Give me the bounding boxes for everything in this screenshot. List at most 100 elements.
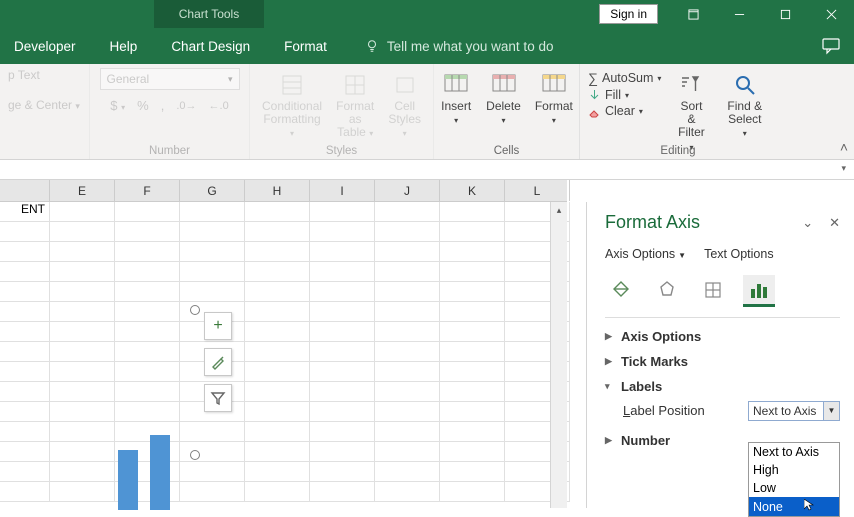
ribbon-group-alignment: p Text ge & Center ▾	[0, 64, 90, 159]
dropdown-option[interactable]: Next to Axis	[749, 443, 839, 461]
pane-close-button[interactable]: ✕	[829, 215, 840, 231]
format-cells-button[interactable]: Format▾	[531, 70, 577, 128]
number-format-combo[interactable]: General ▾	[100, 68, 240, 90]
chart-filters-button[interactable]	[204, 384, 232, 412]
ribbon-group-cells: Insert▾ Delete▾ Format▾ Cells	[434, 64, 580, 159]
tab-developer[interactable]: Developer	[8, 28, 82, 64]
text-options-tab[interactable]: Text Options	[704, 247, 773, 261]
col-header[interactable]: J	[375, 180, 440, 201]
lightbulb-icon	[365, 39, 379, 53]
chart-elements-button[interactable]: +	[204, 312, 232, 340]
formula-bar-expand-button[interactable]: ▾	[841, 163, 846, 174]
worksheet-vertical-scrollbar[interactable]: ▴	[550, 202, 567, 508]
number-format-value: General	[107, 72, 150, 86]
effects-icon[interactable]	[651, 275, 683, 307]
conditional-formatting-button[interactable]: ConditionalFormatting ▾	[258, 70, 326, 142]
formula-bar-area: ▾	[0, 160, 854, 180]
insert-button[interactable]: Insert▾	[436, 70, 476, 128]
scroll-up-button[interactable]: ▴	[551, 202, 567, 219]
group-label-editing: Editing	[580, 145, 776, 157]
label-position-dropdown[interactable]: Next to Axis High Low None	[748, 442, 840, 517]
pane-options-dropdown[interactable]: ⌄	[802, 215, 813, 231]
pane-title: Format Axis	[605, 212, 700, 233]
find-icon	[729, 72, 761, 98]
col-header[interactable]: F	[115, 180, 180, 201]
tick-marks-section[interactable]: ▶ Tick Marks	[605, 349, 840, 374]
ribbon-group-styles: ConditionalFormatting ▾ Format asTable ▾…	[250, 64, 434, 159]
cell[interactable]: ENT	[0, 202, 50, 222]
increase-decimal-button[interactable]: .0→	[176, 100, 196, 112]
axis-options-icon[interactable]	[743, 275, 775, 307]
dropdown-option-selected[interactable]: None	[749, 497, 839, 516]
axis-options-section[interactable]: ▶ Axis Options	[605, 324, 840, 349]
tab-chart-design[interactable]: Chart Design	[165, 28, 256, 64]
find-select-button[interactable]: Find &Select ▾	[722, 70, 768, 142]
ribbon-display-options-button[interactable]	[670, 0, 716, 28]
fill-button[interactable]: Fill ▾	[588, 88, 661, 102]
accounting-format-button[interactable]: $ ▾	[110, 98, 125, 113]
tab-help[interactable]: Help	[104, 28, 144, 64]
col-header[interactable]: L	[505, 180, 570, 201]
column-headers: E F G H I J K L	[0, 180, 567, 202]
comma-style-button[interactable]: ,	[161, 98, 165, 113]
label-position-combo[interactable]: Next to Axis ▼	[748, 401, 840, 421]
cursor-icon	[804, 499, 814, 511]
tell-me-label: Tell me what you want to do	[387, 39, 554, 54]
tab-format[interactable]: Format	[278, 28, 333, 64]
labels-section[interactable]: ▾ Labels	[605, 374, 840, 399]
decrease-decimal-button[interactable]: ←.0	[209, 100, 229, 112]
percent-style-button[interactable]: %	[137, 98, 149, 113]
chevron-down-icon[interactable]: ▼	[823, 402, 839, 420]
chevron-down-icon: ▾	[605, 381, 615, 392]
delete-button[interactable]: Delete▾	[482, 70, 525, 128]
wrap-text-partial[interactable]: p Text	[8, 68, 40, 82]
dropdown-option[interactable]: High	[749, 461, 839, 479]
dropdown-option[interactable]: Low	[749, 479, 839, 497]
sort-filter-button[interactable]: Sort &Filter ▾	[671, 70, 711, 155]
sign-in-button[interactable]: Sign in	[599, 4, 658, 24]
chevron-right-icon: ▶	[605, 356, 615, 367]
close-button[interactable]	[808, 0, 854, 28]
fill-line-icon[interactable]	[605, 275, 637, 307]
chevron-down-icon: ▾	[228, 74, 233, 85]
funnel-icon	[210, 390, 226, 406]
col-header[interactable]: E	[50, 180, 115, 201]
size-properties-icon[interactable]	[697, 275, 729, 307]
chart-object[interactable]	[0, 300, 200, 510]
chart-bar	[150, 435, 170, 510]
collapse-ribbon-button[interactable]: ˄	[840, 139, 848, 155]
autosum-button[interactable]: ∑ AutoSum ▾	[588, 70, 661, 86]
conditional-formatting-icon	[276, 72, 308, 98]
fill-down-icon	[588, 89, 601, 102]
resize-handle[interactable]	[190, 305, 200, 315]
group-label-styles: Styles	[250, 145, 433, 157]
merge-center-partial[interactable]: ge & Center ▾	[8, 98, 80, 112]
cell-styles-button[interactable]: CellStyles ▾	[384, 70, 425, 142]
col-header[interactable]: K	[440, 180, 505, 201]
group-label-number: Number	[90, 145, 249, 157]
sigma-icon: ∑	[588, 70, 598, 86]
plus-icon: +	[213, 317, 222, 335]
label-position-label: Label Position	[623, 403, 705, 418]
col-header[interactable]: H	[245, 180, 310, 201]
tell-me-box[interactable]: Tell me what you want to do	[365, 39, 554, 54]
maximize-button[interactable]	[762, 0, 808, 28]
titlebar: Chart Tools Sign in	[0, 0, 854, 28]
format-as-table-button[interactable]: Format asTable ▾	[332, 70, 378, 142]
chart-tools-contextual-tab: Chart Tools	[154, 0, 264, 28]
axis-options-tab[interactable]: Axis Options▼	[605, 247, 686, 261]
chevron-right-icon: ▶	[605, 435, 615, 446]
ribbon: p Text ge & Center ▾ General ▾ $ ▾ % , .…	[0, 64, 854, 160]
chart-styles-button[interactable]	[204, 348, 232, 376]
label-position-value: Next to Axis	[753, 404, 816, 418]
ribbon-tab-strip: Developer Help Chart Design Format Tell …	[0, 28, 854, 64]
col-header[interactable]: I	[310, 180, 375, 201]
clear-button[interactable]: Clear ▾	[588, 104, 661, 118]
col-header[interactable]: G	[180, 180, 245, 201]
minimize-button[interactable]	[716, 0, 762, 28]
sort-filter-icon	[675, 72, 707, 98]
comments-icon[interactable]	[822, 37, 840, 55]
resize-handle[interactable]	[190, 450, 200, 460]
pane-header: Format Axis ⌄ ✕	[605, 212, 840, 233]
chart-bar	[118, 450, 138, 510]
